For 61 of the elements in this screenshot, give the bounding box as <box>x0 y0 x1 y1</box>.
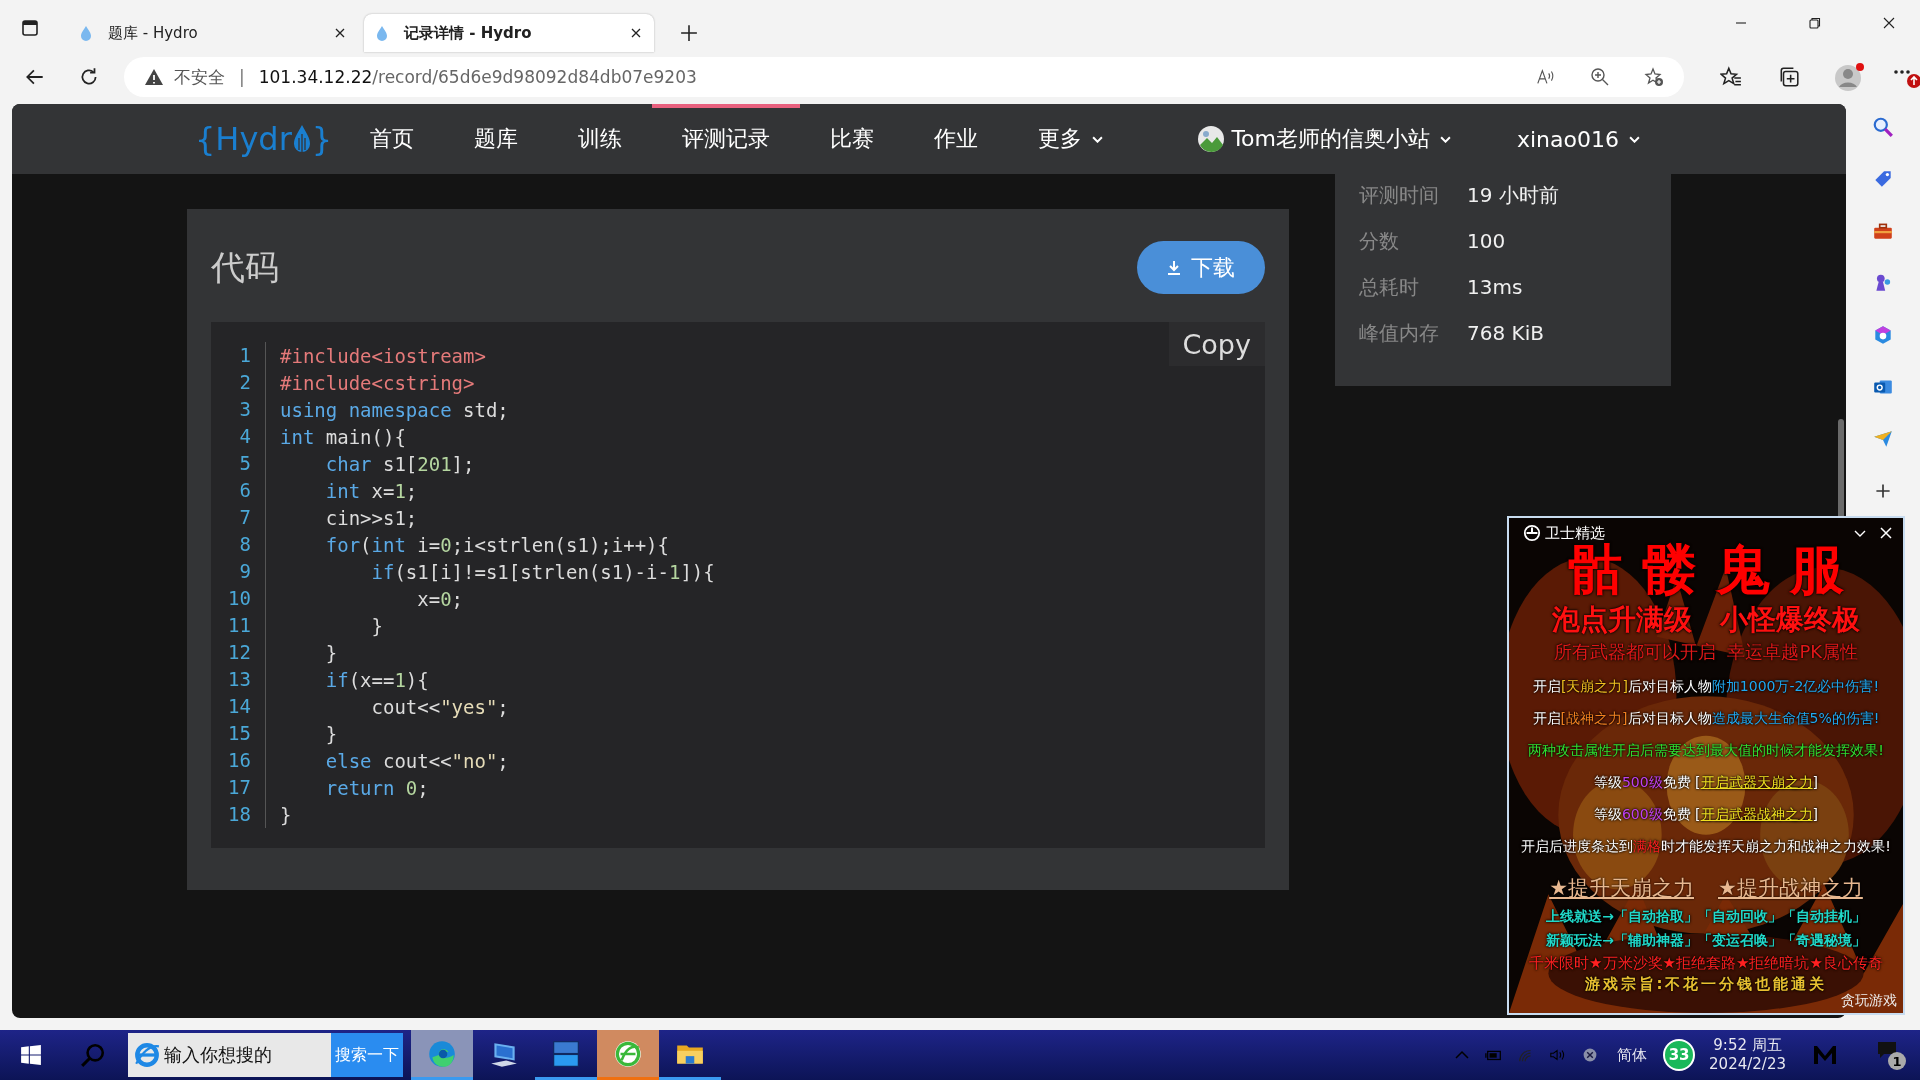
code-line: int x=1; <box>324 479 418 502</box>
code-line: } <box>279 803 292 826</box>
info-value: 13ms <box>1467 274 1523 300</box>
code-line: } <box>370 614 383 637</box>
info-value: 19 小时前 <box>1467 182 1559 208</box>
ad-text: 开启[天崩之力]后对目标人物附加1000万-2亿必中伤害! <box>1532 677 1880 696</box>
ad-text: 开启后进度条达到满格时才能发挥天崩之力和战神之力效果! <box>1521 837 1891 856</box>
line-number: 11 <box>211 612 266 639</box>
ad-text: 开启[战神之力]后对目标人物造成最大生命值5%的伤害! <box>1532 709 1880 728</box>
line-number: 2 <box>211 369 266 396</box>
code-line: char s1[201]; <box>324 452 475 475</box>
code-line: } <box>324 722 338 745</box>
url-text: 101.34.12.22/record/65d6e9d98092d84db07e9203 <box>258 67 697 87</box>
time-text: 9:52 周五 <box>1713 1036 1782 1055</box>
info-value: 768 KiB <box>1467 320 1544 346</box>
line-number: 12 <box>211 639 266 666</box>
info-label: 峰值内存 <box>1359 320 1440 346</box>
ad-text: 上线就送→「自动拾取」「自动回收」「自动挂机」 <box>1546 907 1866 926</box>
line-number: 17 <box>211 774 266 801</box>
line-number: 3 <box>211 396 266 423</box>
line-number: 9 <box>211 558 266 585</box>
code-line: cin>>s1; <box>324 506 418 529</box>
code-line: for(int i=0;i<strlen(s1);i++){ <box>324 533 669 556</box>
code-line: if(x==1){ <box>324 668 429 691</box>
code-line: x=0; <box>416 587 464 610</box>
security-label: 不安全 <box>174 65 225 89</box>
line-number: 5 <box>211 450 266 477</box>
code-line: } <box>324 641 338 664</box>
line-number: 13 <box>211 666 266 693</box>
info-label: 评测时间 <box>1359 182 1440 208</box>
ad-text: 千米限时★万米沙奖★拒绝套路★拒绝暗坑★良心传奇 <box>1529 953 1883 974</box>
ad-text: 等级600级免费 [开启武器战神之力] <box>1593 805 1819 824</box>
code-line: int main(){ <box>279 425 406 448</box>
date-text: 2024/2/23 <box>1709 1055 1786 1074</box>
line-number: 16 <box>211 747 266 774</box>
line-number: 8 <box>211 531 266 558</box>
info-label: 总耗时 <box>1359 274 1420 300</box>
line-number: 14 <box>211 693 266 720</box>
code-line: if(s1[i]!=s1[strlen(s1)-i-1]){ <box>370 560 715 583</box>
line-number: 15 <box>211 720 266 747</box>
code-line: #include<cstring> <box>279 371 475 394</box>
code-line: using namespace std; <box>279 398 509 421</box>
card-title: 代码 <box>211 245 279 289</box>
line-number: 10 <box>211 585 266 612</box>
info-label: 分数 <box>1359 228 1400 254</box>
code-line: return 0; <box>324 776 429 799</box>
code-line: cout<<"yes"; <box>370 695 509 718</box>
line-number: 1 <box>211 342 266 369</box>
line-number: 18 <box>211 801 266 828</box>
code-line: else cout<<"no"; <box>324 749 509 772</box>
code-line: #include<iostream> <box>279 344 486 367</box>
ad-text: 等级500级免费 [开启武器天崩之力] <box>1593 773 1819 792</box>
ad-brand: 贪玩游戏 <box>1841 992 1897 1010</box>
line-number: 6 <box>211 477 266 504</box>
info-value: 100 <box>1467 228 1506 254</box>
notification-count: 1 <box>1888 1052 1906 1070</box>
separator: | <box>239 67 245 87</box>
line-number: 4 <box>211 423 266 450</box>
ad-text: 游戏宗旨:不花一分钱也能通关 <box>1584 974 1828 994</box>
line-number: 7 <box>211 504 266 531</box>
ad-text: 两种攻击属性开启后需要达到最大值的时候才能发挥效果! <box>1528 741 1884 760</box>
